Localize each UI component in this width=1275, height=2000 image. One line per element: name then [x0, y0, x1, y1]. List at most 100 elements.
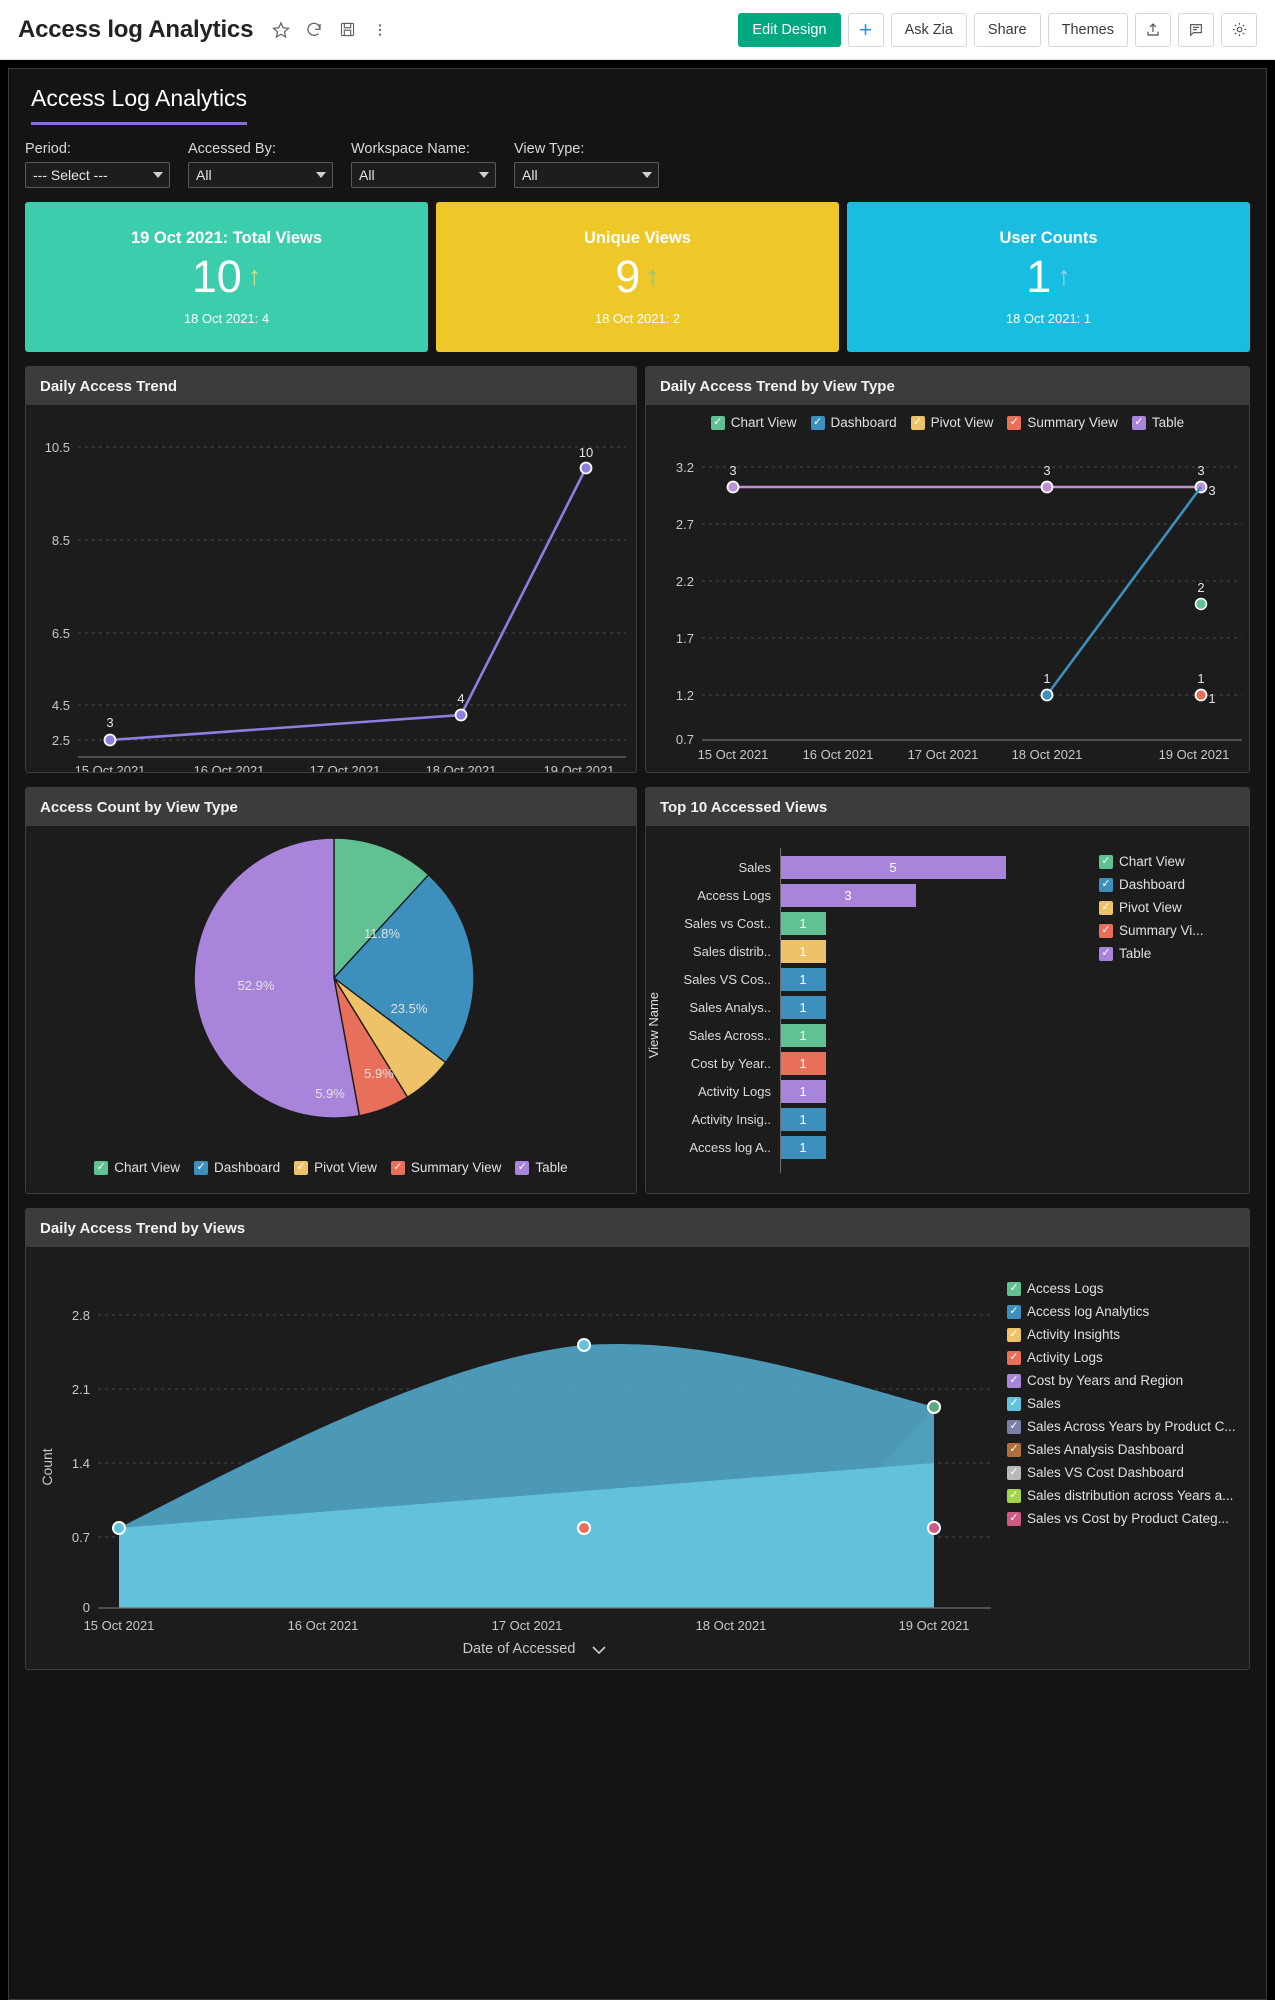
refresh-icon[interactable] [304, 20, 324, 40]
chart-daily-access-trend-by-views[interactable]: 2.8 2.1 1.4 0.7 0 Count 15 Oct 2021 16 O… [26, 1247, 1249, 1669]
legend-item[interactable]: ✓ Dashboard [810, 415, 897, 430]
svg-text:19 Oct 2021: 19 Oct 2021 [1159, 747, 1230, 762]
panel-title: Access Count by View Type [26, 788, 636, 826]
check-icon: ✓ [810, 415, 825, 430]
bar-row[interactable]: Sales VS Cos.. 1 [662, 968, 1099, 991]
filter-period-select[interactable]: --- Select --- [25, 162, 170, 188]
comment-button[interactable] [1178, 12, 1214, 47]
svg-text:8.5: 8.5 [52, 533, 70, 548]
legend-item[interactable]: ✓ Dashboard [1099, 877, 1185, 892]
filter-accessed-by-value: All [196, 167, 212, 183]
svg-text:15 Oct 2021: 15 Oct 2021 [84, 1618, 155, 1633]
legend-item[interactable]: ✓ Summary View [390, 1160, 501, 1175]
save-icon[interactable] [337, 20, 357, 40]
chart-daily-access-trend[interactable]: 10.5 8.5 6.5 4.5 2.5 3 4 10 15 Oct 2021 … [26, 405, 636, 773]
kpi-value: 9 [615, 250, 641, 302]
legend-item[interactable]: ✓ Access Logs [1007, 1281, 1104, 1296]
bar-row[interactable]: Activity Logs 1 [662, 1080, 1099, 1103]
trend-up-icon: ↑ [1057, 260, 1071, 291]
legend-item[interactable]: ✓ Pivot View [1099, 900, 1182, 915]
area-plot: 2.8 2.1 1.4 0.7 0 Count 15 Oct 2021 16 O… [26, 1247, 1001, 1669]
panel-title: Daily Access Trend by View Type [645, 367, 1249, 405]
pie-chart-svg: 11.8% 23.5% 5.9% 5.9% 52.9% [193, 837, 475, 1119]
svg-text:4: 4 [457, 691, 464, 706]
svg-text:18 Oct 2021: 18 Oct 2021 [426, 763, 497, 773]
svg-text:10: 10 [579, 445, 593, 460]
kpi-card-user-counts[interactable]: User Counts 1 ↑ 18 Oct 2021: 1 [847, 202, 1250, 352]
legend-item[interactable]: ✓ Access log Analytics [1007, 1304, 1149, 1319]
legend-item[interactable]: ✓ Sales [1007, 1396, 1061, 1411]
filter-accessed-by-select[interactable]: All [188, 162, 333, 188]
svg-text:3: 3 [1208, 483, 1215, 498]
legend-item[interactable]: ✓ Summary Vi... [1099, 923, 1204, 938]
legend-item[interactable]: ✓ Sales vs Cost by Product Categ... [1007, 1511, 1229, 1526]
more-vertical-icon[interactable] [370, 20, 390, 40]
svg-text:17 Oct 2021: 17 Oct 2021 [310, 763, 381, 773]
legend-label: Access Logs [1027, 1281, 1104, 1296]
svg-text:10.5: 10.5 [45, 440, 70, 455]
chart-daily-access-trend-by-view-type[interactable]: ✓ Chart View ✓ Dashboard ✓ Pivot View ✓ … [645, 405, 1249, 772]
legend-item[interactable]: ✓ Table [1131, 415, 1184, 430]
svg-text:1: 1 [1043, 671, 1050, 686]
legend-item[interactable]: ✓ Summary View [1007, 415, 1118, 430]
add-button[interactable]: + [847, 12, 884, 47]
edit-design-button[interactable]: Edit Design [738, 12, 841, 47]
legend-item[interactable]: ✓ Activity Insights [1007, 1327, 1120, 1342]
svg-text:17 Oct 2021: 17 Oct 2021 [492, 1618, 563, 1633]
legend-item[interactable]: ✓ Dashboard [194, 1160, 280, 1175]
charts-row-1: Daily Access Trend 10.5 8.5 6.5 4.5 2.5 … [9, 352, 1266, 773]
kpi-subtitle: 18 Oct 2021: 4 [183, 310, 270, 326]
legend-item[interactable]: ✓ Sales distribution across Years a... [1007, 1488, 1233, 1503]
bar-row[interactable]: Sales vs Cost.. 1 [662, 912, 1099, 935]
svg-text:2.8: 2.8 [72, 1308, 90, 1323]
kpi-title: Unique Views [584, 228, 691, 247]
legend-item[interactable]: ✓ Sales Analysis Dashboard [1007, 1442, 1184, 1457]
legend-item[interactable]: ✓ Chart View [710, 415, 797, 430]
kpi-card-total-views[interactable]: 19 Oct 2021: Total Views 10 ↑ 18 Oct 202… [25, 202, 428, 352]
bar-row[interactable]: Access Logs 3 [662, 884, 1099, 907]
svg-text:3: 3 [1197, 463, 1204, 478]
legend-label: Cost by Years and Region [1027, 1373, 1184, 1388]
bar-row[interactable]: Activity Insig.. 1 [662, 1108, 1099, 1131]
svg-text:16 Oct 2021: 16 Oct 2021 [803, 747, 874, 762]
bar-row[interactable]: Access log A.. 1 [662, 1136, 1099, 1159]
kpi-card-unique-views[interactable]: Unique Views 9 ↑ 18 Oct 2021: 2 [436, 202, 839, 352]
svg-text:2.2: 2.2 [676, 574, 694, 589]
filter-view-type-select[interactable]: All [514, 162, 659, 188]
bar-row[interactable]: Sales Analys.. 1 [662, 996, 1099, 1019]
themes-button[interactable]: Themes [1047, 12, 1128, 47]
chevron-down-icon [153, 172, 163, 178]
legend-item[interactable]: ✓ Activity Logs [1007, 1350, 1103, 1365]
kpi-value: 10 [191, 250, 242, 302]
legend-item[interactable]: ✓ Chart View [1099, 854, 1185, 869]
ask-zia-button[interactable]: Ask Zia [890, 12, 967, 47]
chart-legend: ✓ Access Logs ✓ Access log Analytics ✓ A… [1001, 1247, 1249, 1669]
bar-value: 1 [779, 1108, 826, 1131]
legend-item[interactable]: ✓ Sales Across Years by Product C... [1007, 1419, 1236, 1434]
legend-item[interactable]: ✓ Pivot View [910, 415, 993, 430]
legend-item[interactable]: ✓ Table [515, 1160, 568, 1175]
svg-text:0: 0 [83, 1600, 90, 1615]
legend-item[interactable]: ✓ Table [1099, 946, 1151, 961]
chart-access-count-by-view-type[interactable]: 11.8% 23.5% 5.9% 5.9% 52.9% ✓ Chart View [26, 826, 636, 1193]
bar-row[interactable]: Cost by Year.. 1 [662, 1052, 1099, 1075]
legend-item[interactable]: ✓ Pivot View [294, 1160, 377, 1175]
bar-row[interactable]: Sales Across.. 1 [662, 1024, 1099, 1047]
filter-workspace-name-select[interactable]: All [351, 162, 496, 188]
export-button[interactable] [1135, 12, 1171, 47]
bar-row[interactable]: Sales 5 [662, 856, 1099, 879]
legend-label: Table [535, 1160, 568, 1175]
settings-button[interactable] [1221, 12, 1257, 47]
chart-top10-accessed-views[interactable]: View Name Sales 5 Access Logs 3 Sales vs… [645, 826, 1249, 1193]
legend-item[interactable]: ✓ Chart View [94, 1160, 180, 1175]
legend-item[interactable]: ✓ Sales VS Cost Dashboard [1007, 1465, 1184, 1480]
legend-label: Table [1119, 946, 1152, 961]
check-icon: ✓ [1099, 877, 1113, 892]
legend-label: Dashboard [1119, 877, 1186, 892]
legend-item[interactable]: ✓ Cost by Years and Region [1007, 1373, 1183, 1388]
bar-row[interactable]: Sales distrib.. 1 [662, 940, 1099, 963]
svg-text:2.1: 2.1 [72, 1382, 90, 1397]
bar-value: 1 [779, 1136, 826, 1159]
share-button[interactable]: Share [973, 12, 1041, 47]
star-icon[interactable] [271, 20, 291, 40]
